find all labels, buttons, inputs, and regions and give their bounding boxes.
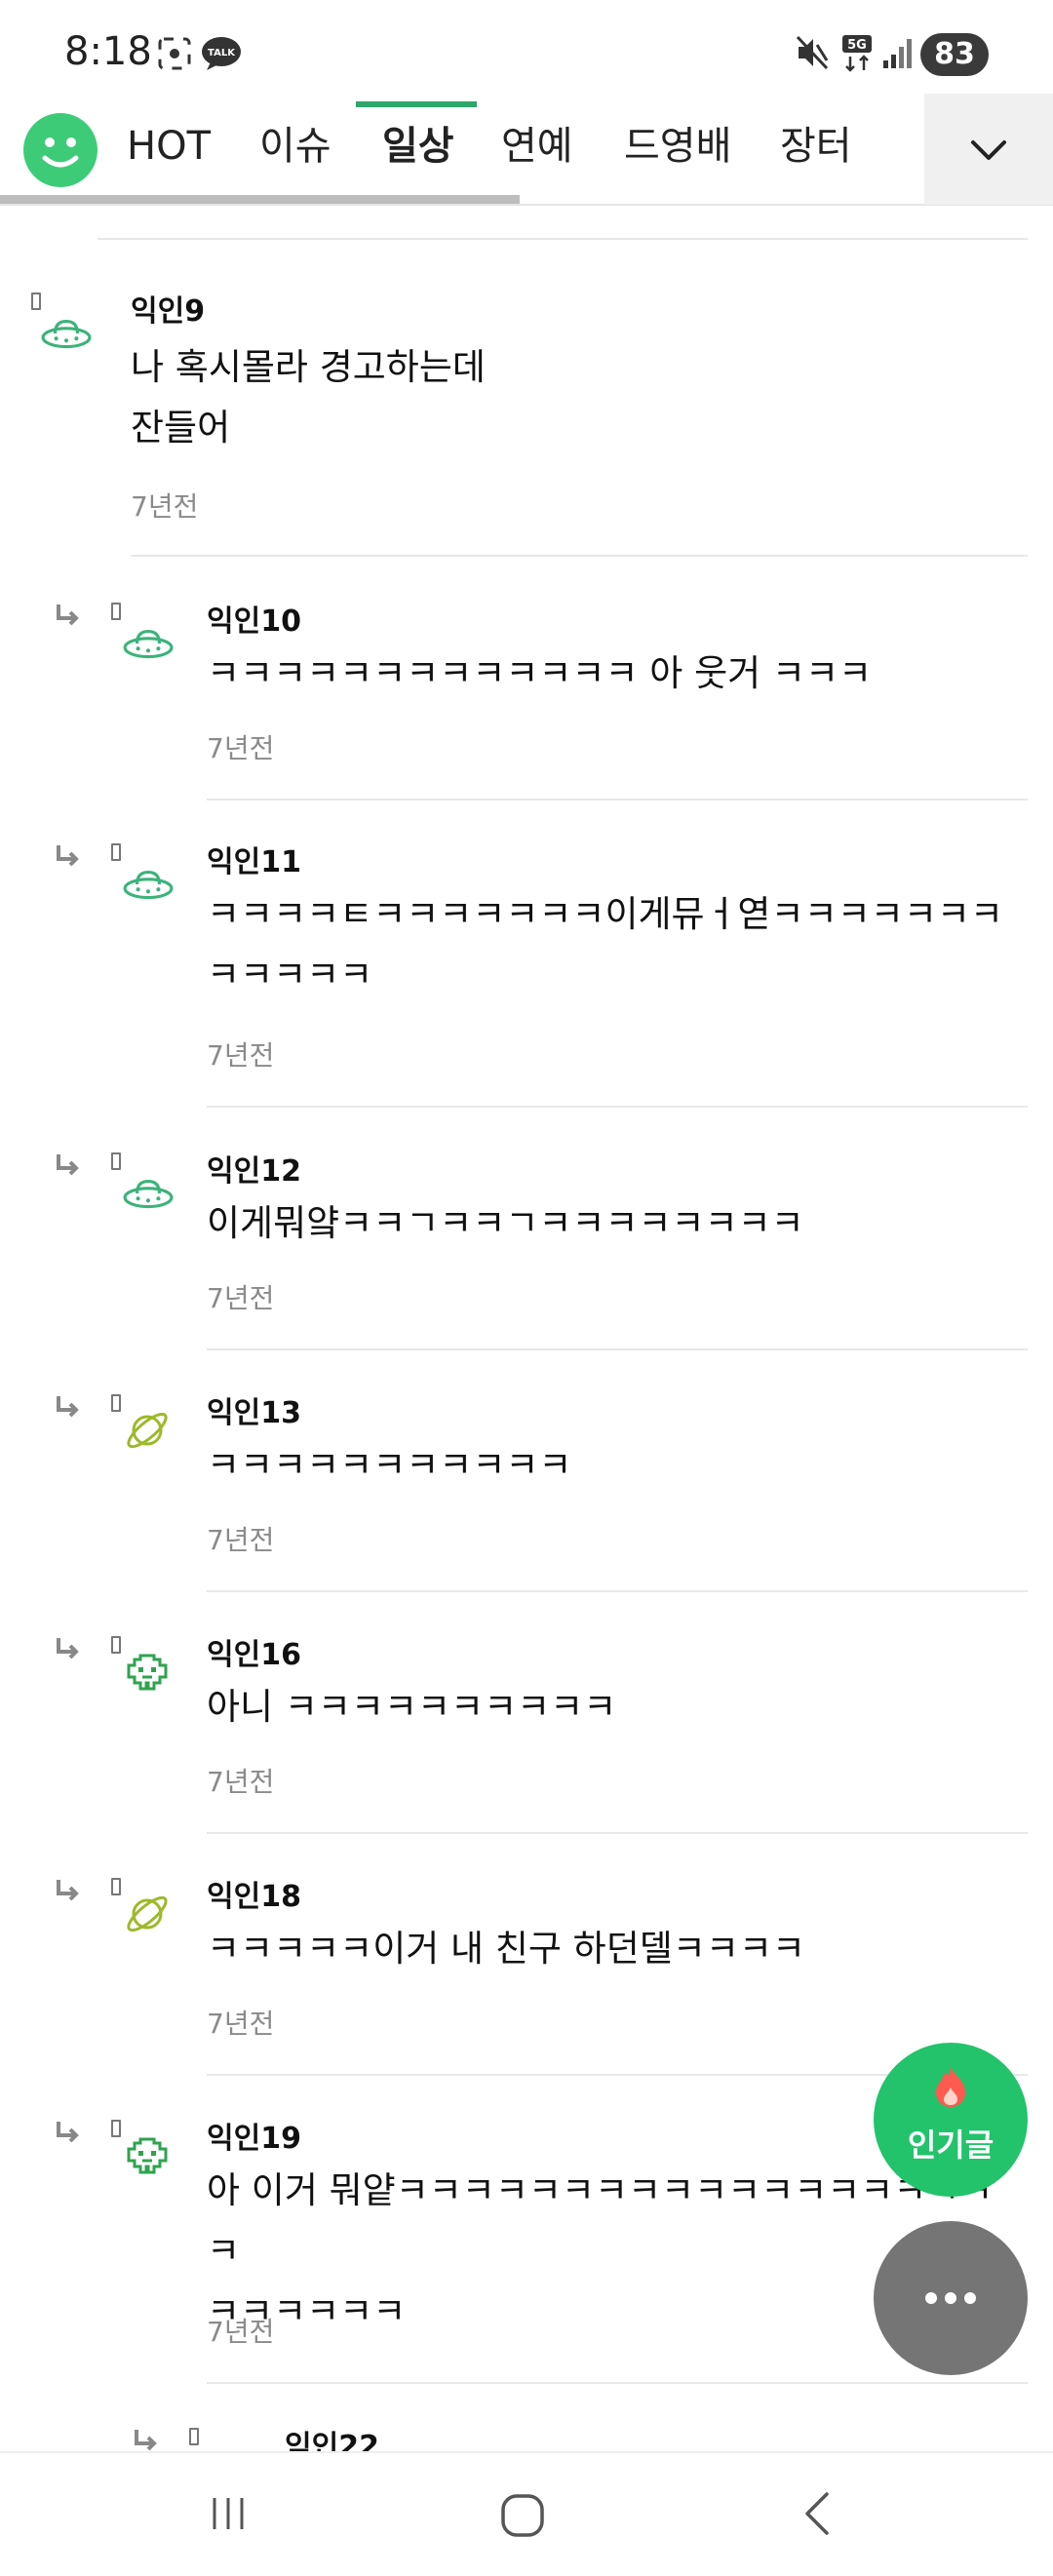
system-navigation-bar (0, 2451, 1053, 2576)
more-dots-icon (925, 2292, 976, 2304)
reply-arrow-icon (131, 2426, 160, 2451)
active-tab-indicator (356, 101, 477, 107)
reply-arrow-icon (53, 1634, 82, 1663)
ufo-icon (123, 863, 174, 906)
network-5g-icon: 5G (840, 33, 874, 76)
comment-item: 익인11 ㅋㅋㅋㅋㅌㅋㅋㅋㅋㅋㅋㅋ이게뮤ㅓ엳ㅋㅋㅋㅋㅋㅋㅋ ㅋㅋㅋㅋㅋ 7년전 (0, 834, 1053, 1108)
svg-text:5G: 5G (847, 38, 867, 53)
comment-time: 7년전 (207, 1282, 275, 1314)
divider (207, 2382, 1028, 2384)
comment-author[interactable]: 익인19 (207, 2114, 301, 2157)
comment-author[interactable]: 익인22 (285, 2422, 379, 2451)
reply-arrow-icon (53, 1392, 82, 1422)
status-time: 8:18 (64, 29, 152, 74)
comment-author[interactable]: 익인16 (207, 1630, 301, 1673)
tab-entertainment[interactable]: 연예 (501, 117, 573, 176)
tab-menu-button[interactable] (924, 94, 1053, 205)
tab-drama[interactable]: 드영배 (624, 117, 731, 176)
comment-item: 익인10 ㅋㅋㅋㅋㅋㅋㅋㅋㅋㅋㅋㅋㅋ 아 웃거 ㅋㅋㅋ 7년전 (0, 593, 1053, 800)
comment-time: 7년전 (207, 2008, 275, 2040)
status-bar: 8:18 TALK 5G 83 (0, 0, 1053, 107)
comment-time: 7년전 (207, 732, 275, 764)
marker-icon (111, 1394, 121, 1412)
reply-arrow-icon (53, 601, 82, 630)
comment-time: 7년전 (207, 1524, 275, 1556)
invader-icon (123, 1652, 172, 1695)
tab-hot[interactable]: HOT (127, 117, 211, 176)
ufo-icon (41, 312, 92, 355)
marker-icon (111, 843, 121, 861)
comment-time: 7년전 (207, 1766, 275, 1798)
reply-arrow-icon (53, 841, 82, 871)
planet-icon (123, 1406, 172, 1455)
marker-icon (111, 1878, 121, 1895)
comment-item: 익인9 나 혹시몰라 경고하는데 잔들어 7년전 (0, 283, 1053, 557)
comment-author[interactable]: 익인12 (207, 1147, 301, 1190)
divider (207, 1106, 1028, 1108)
divider (131, 555, 1028, 557)
marker-icon (111, 2120, 121, 2137)
divider (207, 799, 1028, 800)
comment-time: 7년전 (207, 2316, 275, 2348)
invader-icon (123, 2135, 172, 2178)
smile-logo-icon[interactable] (23, 113, 98, 187)
talk-icon: TALK (201, 35, 242, 76)
more-options-button[interactable] (874, 2221, 1028, 2375)
comment-item: 익인16 아니 ㅋㅋㅋㅋㅋㅋㅋㅋㅋㅋ 7년전 (0, 1626, 1053, 1834)
comment-text: ㅋㅋㅋㅋㅋ이거 내 친구 하던델ㅋㅋㅋㅋ (207, 1928, 805, 1970)
mute-icon (796, 35, 829, 74)
comment-text: 아니 ㅋㅋㅋㅋㅋㅋㅋㅋㅋㅋ (207, 1686, 617, 1728)
marker-icon (111, 603, 121, 620)
tab-daily[interactable]: 일상 (382, 117, 454, 176)
tab-market[interactable]: 장터 (780, 117, 852, 176)
comment-text: ㅋㅋㅋㅋㅋㅋㅋㅋㅋㅋㅋㅋㅋ 아 웃거 ㅋㅋㅋ (207, 652, 873, 694)
comment-item: 익인12 이게뭐얔ㅋㅋㄱㅋㅋㄱㅋㅋㅋㅋㅋㅋㅋㅋ 7년전 (0, 1143, 1053, 1350)
comment-item: 익인22 (0, 2418, 1053, 2451)
comment-text: 이게뭐얔ㅋㅋㄱㅋㅋㄱㅋㅋㅋㅋㅋㅋㅋㅋ (207, 1202, 804, 1244)
comment-author[interactable]: 익인10 (207, 597, 301, 640)
ufo-icon (123, 1172, 174, 1215)
divider (207, 1348, 1028, 1350)
popular-posts-label: 인기글 (907, 2127, 994, 2164)
tab-issue[interactable]: 이슈 (259, 117, 332, 176)
recent-apps-icon[interactable] (207, 2492, 250, 2535)
divider (207, 1832, 1028, 1834)
popular-posts-button[interactable]: 인기글 (874, 2043, 1028, 2197)
back-icon[interactable] (798, 2490, 837, 2537)
marker-icon (111, 1152, 121, 1170)
comment-author[interactable]: 익인11 (207, 838, 301, 880)
fire-icon (936, 2066, 965, 2107)
category-tab-bar: HOT 이슈 일상 연예 드영배 장터 (0, 94, 1053, 205)
divider (207, 1590, 1028, 1592)
svg-text:TALK: TALK (208, 48, 236, 59)
comment-time: 7년전 (207, 1039, 275, 1072)
comment-text: ㅋㅋㅋㅋㅌㅋㅋㅋㅋㅋㅋㅋ이게뮤ㅓ엳ㅋㅋㅋㅋㅋㅋㅋ ㅋㅋㅋㅋㅋ (207, 893, 1003, 995)
comment-item: 익인18 ㅋㅋㅋㅋㅋ이거 내 친구 하던델ㅋㅋㅋㅋ 7년전 (0, 1868, 1053, 2076)
comment-time: 7년전 (131, 490, 199, 523)
signal-icon (881, 35, 915, 74)
comment-author[interactable]: 익인13 (207, 1388, 301, 1431)
reply-arrow-icon (53, 1876, 82, 1905)
nav-divider (0, 204, 1053, 206)
reply-arrow-icon (53, 2118, 82, 2147)
marker-icon (31, 293, 41, 310)
planet-icon (123, 1890, 172, 1938)
marker-icon (189, 2428, 199, 2445)
battery-indicator: 83 (920, 33, 989, 76)
marker-icon (111, 1636, 121, 1654)
screenshot-icon (156, 35, 193, 76)
comment-text: 나 혹시몰라 경고하는데 잔들어 (131, 346, 486, 449)
comment-author[interactable]: 익인18 (207, 1872, 301, 1915)
comment-author[interactable]: 익인9 (131, 287, 205, 330)
reply-arrow-icon (53, 1151, 82, 1180)
home-icon[interactable] (499, 2492, 546, 2539)
chevron-down-icon (971, 140, 1006, 160)
divider (98, 238, 1028, 240)
comment-text: ㅋㅋㅋㅋㅋㅋㅋㅋㅋㅋㅋ (207, 1444, 572, 1486)
comment-item: 익인13 ㅋㅋㅋㅋㅋㅋㅋㅋㅋㅋㅋ 7년전 (0, 1385, 1053, 1592)
ufo-icon (123, 622, 174, 665)
